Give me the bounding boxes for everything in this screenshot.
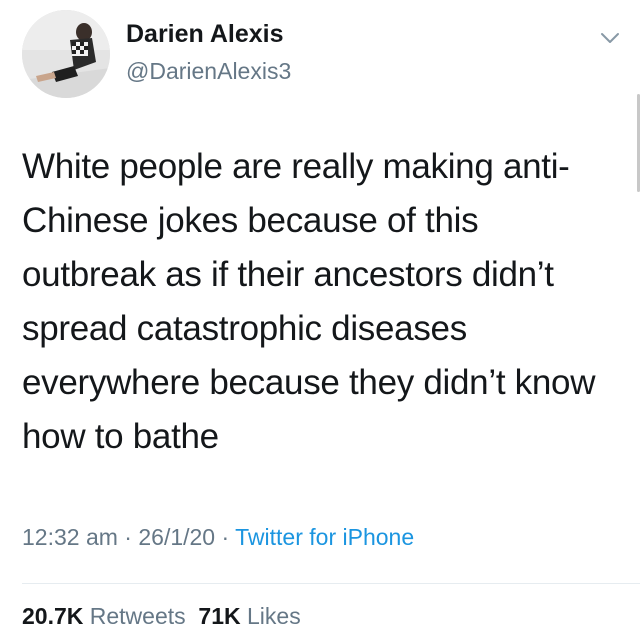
tweet-date[interactable]: 26/1/20 — [138, 524, 215, 550]
avatar[interactable] — [22, 10, 110, 98]
chevron-down-icon[interactable] — [598, 26, 622, 50]
likes-stat[interactable]: 71K Likes — [198, 603, 300, 629]
tweet-source-link[interactable]: Twitter for iPhone — [235, 524, 414, 550]
retweets-label: Retweets — [89, 603, 186, 629]
divider — [22, 583, 640, 584]
author-name[interactable]: Darien Alexis — [126, 20, 283, 49]
meta-separator: · — [124, 524, 132, 550]
retweets-count: 20.7K — [22, 603, 84, 629]
tweet-time[interactable]: 12:32 am — [22, 524, 118, 550]
tweet-meta: 12:32 am · 26/1/20 · Twitter for iPhone — [22, 524, 414, 551]
tweet-stats: 20.7K Retweets 71K Likes — [22, 603, 301, 630]
likes-label: Likes — [247, 603, 301, 629]
likes-count: 71K — [198, 603, 241, 629]
tweet-card: Darien Alexis @DarienAlexis3 White peopl… — [0, 0, 640, 640]
profile-photo-icon — [22, 10, 110, 98]
retweets-stat[interactable]: 20.7K Retweets — [22, 603, 186, 629]
tweet-header: Darien Alexis @DarienAlexis3 — [22, 10, 622, 100]
meta-separator: · — [221, 524, 230, 550]
author-handle[interactable]: @DarienAlexis3 — [126, 58, 291, 85]
tweet-text: White people are really making anti-Chin… — [22, 147, 596, 456]
